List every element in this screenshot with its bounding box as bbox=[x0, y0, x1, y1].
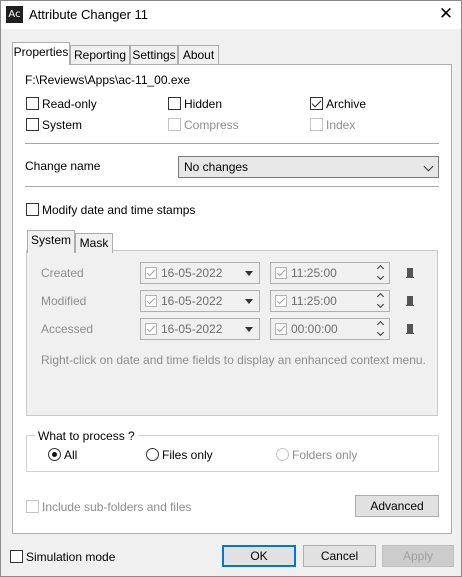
window-title: Attribute Changer 11 bbox=[29, 7, 148, 22]
created-time-spinner[interactable]: 11:25:00 bbox=[270, 262, 390, 284]
accessed-time-checkbox[interactable] bbox=[275, 323, 287, 335]
inner-tab-system[interactable]: System bbox=[27, 230, 75, 253]
tab-about[interactable]: About bbox=[178, 45, 219, 65]
modified-time-checkbox[interactable] bbox=[275, 295, 287, 307]
created-label: Created bbox=[41, 266, 84, 280]
change-name-label: Change name bbox=[25, 159, 101, 173]
modified-date-picker[interactable]: 16-05-2022 bbox=[140, 290, 260, 312]
tab-properties[interactable]: Properties bbox=[12, 42, 70, 65]
archive-checkbox[interactable] bbox=[310, 97, 323, 110]
radio-files-only-label: Files only bbox=[162, 448, 213, 462]
modify-stamps-checkbox[interactable] bbox=[26, 203, 39, 216]
context-menu-hint: Right-click on date and time fields to d… bbox=[41, 353, 426, 367]
inner-tab-mask[interactable]: Mask bbox=[75, 233, 113, 253]
divider bbox=[25, 143, 439, 144]
hidden-checkbox[interactable] bbox=[168, 97, 181, 110]
index-label: Index bbox=[326, 118, 356, 132]
clipboard-icon[interactable] bbox=[406, 268, 414, 278]
clipboard-icon[interactable] bbox=[406, 296, 414, 306]
spin-up-icon[interactable] bbox=[376, 320, 385, 329]
clipboard-icon[interactable] bbox=[406, 324, 414, 334]
advanced-button[interactable]: Advanced bbox=[355, 495, 439, 517]
read-only-checkbox[interactable] bbox=[26, 97, 39, 110]
radio-folders-only-label: Folders only bbox=[292, 448, 358, 462]
tab-settings[interactable]: Settings bbox=[130, 45, 178, 65]
accessed-date-picker[interactable]: 16-05-2022 bbox=[140, 318, 260, 340]
simulation-mode-checkbox[interactable] bbox=[10, 550, 23, 563]
change-name-value: No changes bbox=[184, 160, 249, 174]
accessed-time: 00:00:00 bbox=[291, 322, 338, 336]
radio-all[interactable] bbox=[48, 448, 61, 461]
compress-checkbox[interactable] bbox=[168, 118, 181, 131]
spin-down-icon[interactable] bbox=[376, 272, 385, 281]
app-icon: Ac bbox=[6, 6, 23, 23]
dropdown-arrow-icon bbox=[245, 271, 253, 276]
created-date: 16-05-2022 bbox=[161, 266, 223, 280]
ok-button[interactable]: OK bbox=[222, 545, 296, 567]
accessed-label: Accessed bbox=[41, 322, 94, 336]
spin-down-icon[interactable] bbox=[376, 300, 385, 309]
read-only-label: Read-only bbox=[42, 97, 97, 111]
dropdown-arrow-icon bbox=[245, 327, 253, 332]
dialog-window: Ac Attribute Changer 11 ✕ Properties Rep… bbox=[0, 0, 462, 577]
modified-time-spinner[interactable]: 11:25:00 bbox=[270, 290, 390, 312]
file-path: F:\Reviews\Apps\ac-11_00.exe bbox=[25, 73, 191, 87]
accessed-date: 16-05-2022 bbox=[161, 322, 223, 336]
cancel-button[interactable]: Cancel bbox=[303, 545, 376, 567]
archive-label: Archive bbox=[326, 97, 367, 111]
index-checkbox[interactable] bbox=[310, 118, 323, 131]
dropdown-arrow-icon bbox=[245, 299, 253, 304]
modified-time: 11:25:00 bbox=[291, 294, 337, 308]
system-checkbox[interactable] bbox=[26, 118, 39, 131]
accessed-time-spinner[interactable]: 00:00:00 bbox=[270, 318, 390, 340]
modified-label: Modified bbox=[41, 294, 87, 308]
spin-up-icon[interactable] bbox=[376, 292, 385, 301]
hidden-label: Hidden bbox=[184, 97, 223, 111]
chevron-down-icon bbox=[423, 161, 434, 172]
divider bbox=[25, 186, 439, 187]
apply-button[interactable]: Apply bbox=[382, 545, 454, 567]
modified-date-checkbox[interactable] bbox=[145, 295, 157, 307]
created-time-checkbox[interactable] bbox=[275, 267, 287, 279]
tab-reporting[interactable]: Reporting bbox=[70, 45, 130, 65]
include-subfolders-checkbox[interactable] bbox=[26, 500, 39, 513]
include-subfolders-label: Include sub-folders and files bbox=[42, 500, 192, 514]
modified-date: 16-05-2022 bbox=[161, 294, 223, 308]
spin-down-icon[interactable] bbox=[376, 328, 385, 337]
created-date-checkbox[interactable] bbox=[145, 267, 157, 279]
modify-stamps-label: Modify date and time stamps bbox=[42, 203, 196, 217]
created-time: 11:25:00 bbox=[291, 266, 337, 280]
created-date-picker[interactable]: 16-05-2022 bbox=[140, 262, 260, 284]
radio-folders-only[interactable] bbox=[276, 448, 289, 461]
system-label: System bbox=[42, 118, 83, 132]
radio-all-label: All bbox=[64, 448, 78, 462]
accessed-date-checkbox[interactable] bbox=[145, 323, 157, 335]
compress-label: Compress bbox=[184, 118, 239, 132]
title-bar: Ac Attribute Changer 11 ✕ bbox=[1, 1, 461, 29]
spin-up-icon[interactable] bbox=[376, 264, 385, 273]
close-icon[interactable]: ✕ bbox=[431, 1, 461, 29]
radio-files-only[interactable] bbox=[146, 448, 159, 461]
what-to-process-legend: What to process ? bbox=[35, 429, 138, 443]
change-name-dropdown[interactable]: No changes bbox=[178, 156, 439, 178]
simulation-mode-label: Simulation mode bbox=[26, 550, 116, 564]
